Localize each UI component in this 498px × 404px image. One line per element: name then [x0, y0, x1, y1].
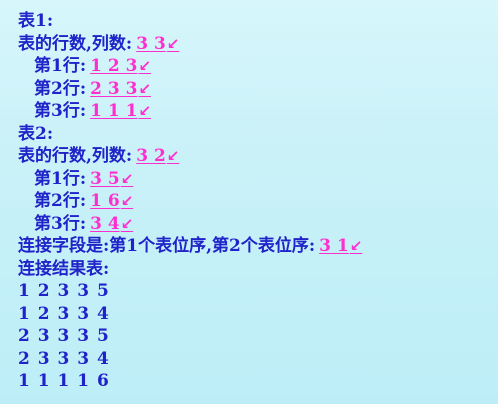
table2-row-2-input: 1 6↙: [90, 191, 133, 211]
join-input: 3 1↙: [319, 236, 362, 256]
table2-dims-input: 3 2↙: [136, 146, 179, 166]
table1-row-1: 第1行: 1 2 3↙: [18, 55, 498, 78]
table1-row-2: 第2行: 2 3 3↙: [18, 78, 498, 101]
join-line: 连接字段是:第1个表位序,第2个表位序: 3 1↙: [18, 235, 498, 258]
join-input-value: 3 1: [319, 236, 349, 256]
enter-icon: ↙: [120, 214, 134, 233]
table1-dims-line: 表的行数,列数: 3 3↙: [18, 33, 498, 56]
table1-row-3: 第3行: 1 1 1↙: [18, 100, 498, 123]
table2-row-1-label: 第1行:: [34, 168, 87, 189]
enter-icon: ↙: [138, 79, 152, 98]
table1-title-text: 表1:: [18, 11, 54, 31]
table1-row-1-input: 1 2 3↙: [90, 56, 151, 76]
table1-row-2-label: 第2行:: [34, 78, 87, 99]
enter-icon: ↙: [166, 34, 180, 53]
table2-dims-prompt: 表的行数,列数:: [18, 146, 133, 166]
table1-title: 表1:: [18, 10, 498, 33]
enter-icon: ↙: [120, 169, 134, 188]
result-title-text: 连接结果表:: [18, 258, 110, 279]
enter-icon: ↙: [166, 147, 180, 165]
table2-row-2-label: 第2行:: [34, 191, 87, 211]
table2-row-3-input-value: 3 4: [90, 213, 120, 234]
result-row-2: 1 2 3 3 4: [18, 303, 110, 324]
table1-dims-prompt: 表的行数,列数:: [18, 33, 133, 54]
table2-row-1-input: 3 5↙: [90, 169, 133, 189]
table1-dims-input-value: 3 3: [136, 33, 166, 54]
result-row-3: 2 3 3 3 5: [18, 326, 110, 346]
result-row-4: 2 3 3 3 4: [18, 348, 110, 369]
enter-icon: ↙: [120, 192, 134, 210]
table1-row-1-input-value: 1 2 3: [90, 56, 138, 76]
result-row-5: 1 1 1 1 6: [18, 371, 110, 391]
table1-row-3-input-value: 1 1 1: [90, 101, 138, 121]
table1-dims-input: 3 3↙: [136, 34, 179, 54]
table2-row-1: 第1行: 3 5↙: [18, 168, 498, 191]
table1-row-2-input: 2 3 3↙: [90, 79, 151, 99]
table1-row-3-label: 第3行:: [34, 101, 87, 121]
table2-title: 表2:: [18, 123, 498, 146]
enter-icon: ↙: [138, 102, 152, 120]
enter-icon: ↙: [349, 237, 363, 255]
console-output: 表1: 表的行数,列数: 3 3↙ 第1行: 1 2 3↙ 第2行: 2 3 3↙ 第…: [0, 0, 498, 404]
table2-row-2: 第2行: 1 6↙: [18, 190, 498, 213]
table1-row-1-label: 第1行:: [34, 56, 87, 76]
enter-icon: ↙: [138, 57, 152, 75]
table2-row-2-input-value: 1 6: [90, 191, 120, 211]
table2-row-1-input-value: 3 5: [90, 168, 120, 189]
table2-row-3: 第3行: 3 4↙: [18, 213, 498, 236]
table2-title-text: 表2:: [18, 123, 54, 144]
table2-dims-input-value: 3 2: [136, 146, 166, 166]
table2-row-3-label: 第3行:: [34, 213, 87, 234]
table2-row-3-input: 3 4↙: [90, 214, 133, 234]
result-title: 连接结果表:: [18, 258, 498, 281]
table2-dims-line: 表的行数,列数: 3 2↙: [18, 145, 498, 168]
join-prompt: 连接字段是:第1个表位序,第2个表位序:: [18, 236, 316, 256]
result-row-1: 1 2 3 3 5: [18, 281, 110, 301]
table1-row-2-input-value: 2 3 3: [90, 78, 138, 99]
table1-row-3-input: 1 1 1↙: [90, 101, 151, 121]
